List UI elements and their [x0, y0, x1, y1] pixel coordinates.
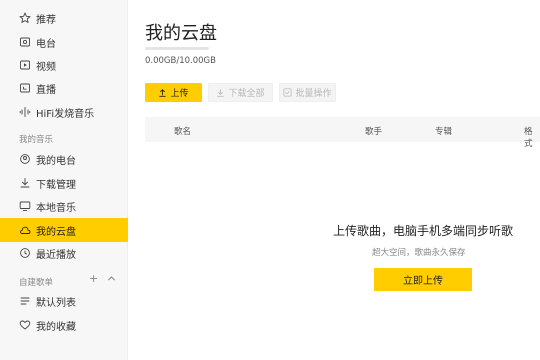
live-icon: [19, 82, 31, 94]
monitor-icon: [19, 200, 31, 212]
quota-bar: [145, 47, 209, 50]
hifi-icon: [19, 106, 31, 118]
my-radio-icon: [19, 153, 31, 165]
upload-label: 上传: [170, 89, 189, 99]
sidebar-item-label: 电台: [36, 38, 56, 50]
upload-button[interactable]: 上传: [145, 83, 202, 102]
cloud-icon: [19, 224, 31, 236]
sidebar-item-label: 推荐: [36, 14, 56, 26]
page-title: 我的云盘: [145, 23, 217, 44]
sidebar-item-label: 最近播放: [36, 249, 76, 261]
sidebar-item-recommend[interactable]: 推荐: [0, 6, 128, 30]
upload-now-button[interactable]: 立即上传: [374, 268, 472, 291]
add-playlist-button[interactable]: +: [89, 273, 98, 285]
sidebar-item-default-list[interactable]: 默认列表: [0, 289, 128, 313]
checklist-icon: [283, 88, 292, 97]
sidebar-item-local-music[interactable]: 本地音乐: [0, 194, 128, 218]
column-artist[interactable]: 歌手: [365, 125, 382, 137]
list-icon: [19, 295, 31, 307]
sidebar-item-label: 下载管理: [36, 179, 76, 191]
collapse-playlists-button[interactable]: ^: [107, 273, 116, 285]
sidebar-item-live[interactable]: 直播: [0, 76, 128, 100]
video-icon: [19, 59, 31, 71]
sidebar-item-downloads[interactable]: 下载管理: [0, 171, 128, 195]
heart-icon: [19, 319, 31, 331]
column-song[interactable]: 歌名: [174, 125, 191, 137]
sidebar-item-label: 默认列表: [36, 297, 76, 309]
section-title-my-music: 我的音乐: [19, 135, 54, 145]
sidebar-item-label: 我的云盘: [36, 226, 76, 238]
section-title-playlists: 自建歌单: [19, 278, 54, 288]
sidebar-item-recent[interactable]: 最近播放: [0, 241, 128, 265]
table-header: 歌名 歌手 专辑 格式: [145, 117, 540, 149]
radio-icon: [19, 36, 31, 48]
sidebar-item-cloud-drive[interactable]: 我的云盘: [0, 218, 128, 242]
empty-state-subtitle: 超大空间，歌曲永久保存: [372, 248, 466, 258]
sidebar-item-radio[interactable]: 电台: [0, 30, 128, 54]
column-album[interactable]: 专辑: [435, 125, 452, 137]
batch-operation-button[interactable]: 批量操作: [279, 83, 336, 102]
download-icon: [217, 89, 225, 97]
sidebar-item-label: 本地音乐: [36, 202, 76, 214]
sidebar-item-label: 直播: [36, 84, 56, 96]
column-format[interactable]: 格式: [524, 125, 540, 149]
star-icon: [19, 12, 31, 24]
empty-state-title: 上传歌曲，电脑手机多端同步听歌: [333, 224, 514, 238]
sidebar-item-my-radio[interactable]: 我的电台: [0, 147, 128, 171]
download-all-label: 下载全部: [228, 89, 265, 99]
sidebar-item-label: 我的收藏: [36, 321, 76, 333]
batch-operation-label: 批量操作: [295, 89, 332, 99]
sidebar-item-label: 视频: [36, 61, 56, 73]
sidebar-item-label: 我的电台: [36, 155, 76, 167]
download-icon: [19, 177, 31, 189]
sidebar-item-video[interactable]: 视频: [0, 53, 128, 77]
sidebar-item-label: HiFi发烧音乐: [36, 108, 95, 120]
clock-icon: [19, 247, 31, 259]
quota-text: 0.00GB/10.00GB: [145, 56, 216, 66]
sidebar-item-hifi[interactable]: HiFi发烧音乐: [0, 100, 128, 124]
download-all-button[interactable]: 下载全部: [208, 83, 273, 102]
sidebar-item-favorites[interactable]: 我的收藏: [0, 313, 128, 337]
chevron-up-icon: [108, 276, 116, 281]
sidebar: 推荐 电台 视频 直播 HiFi发烧音乐 我的音乐 我的电台 下载管理 本地音乐…: [0, 0, 128, 360]
upload-icon: [159, 89, 167, 97]
